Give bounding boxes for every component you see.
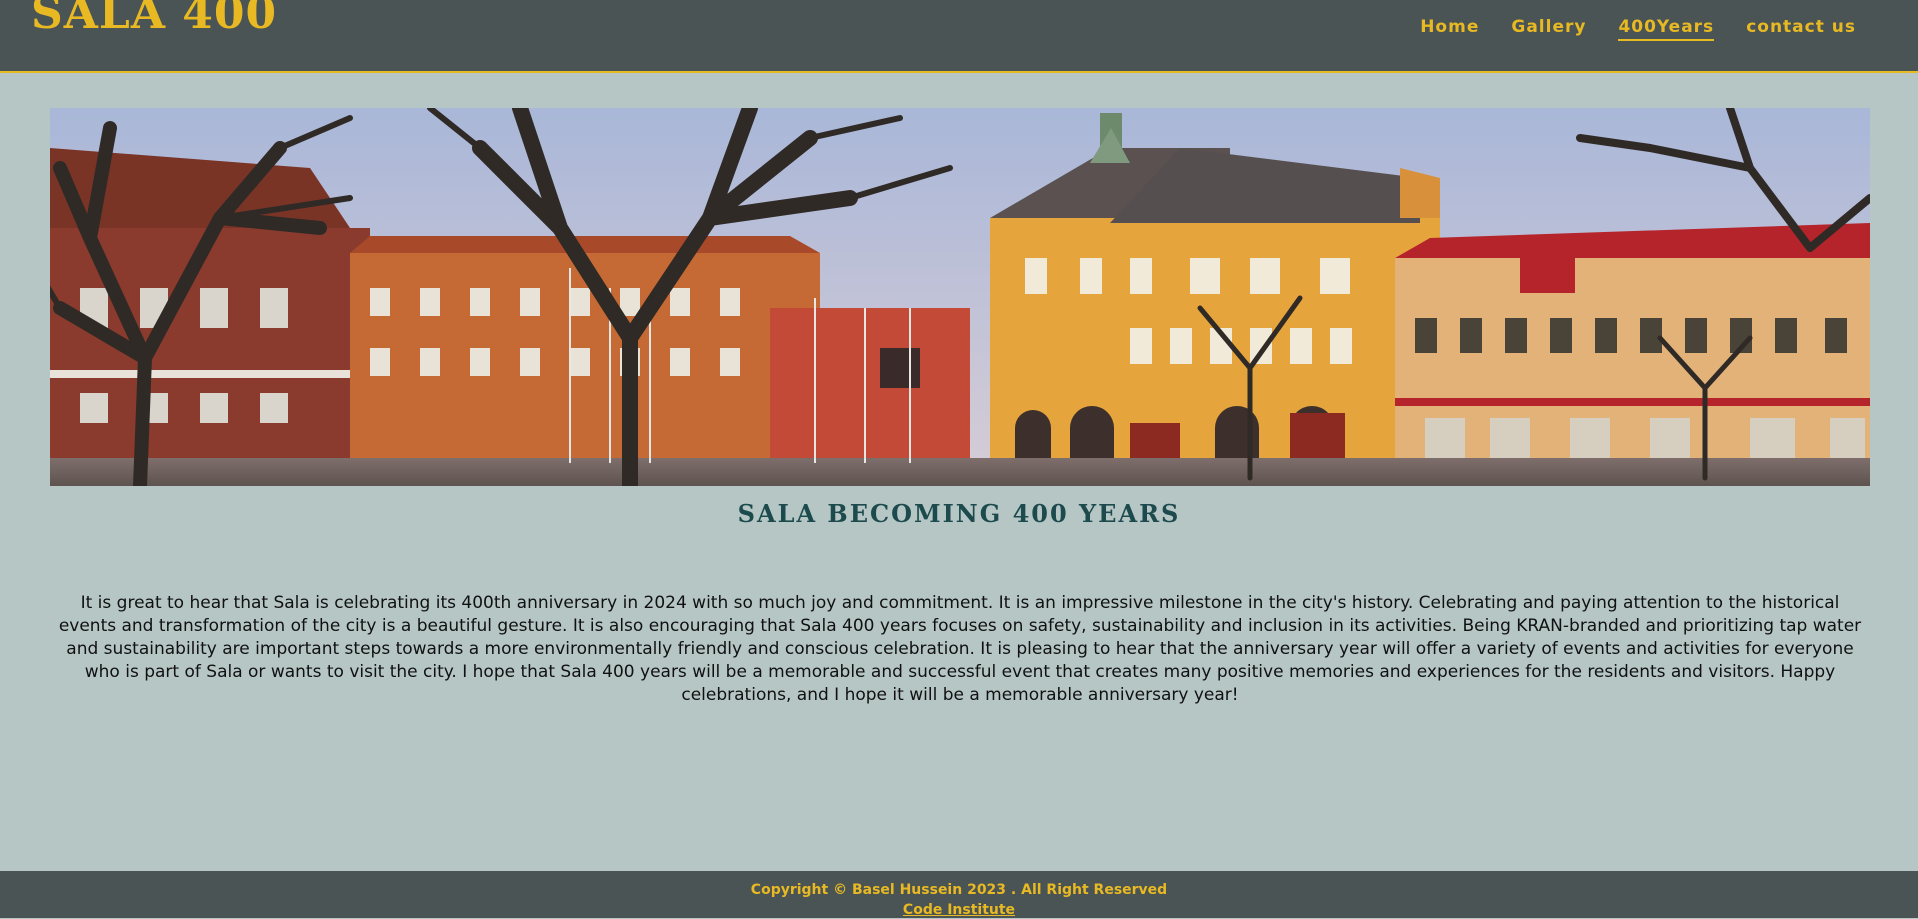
- nav-link-home[interactable]: Home: [1420, 17, 1479, 39]
- logo-link[interactable]: SALA 400: [31, 0, 277, 39]
- nav-item-400years: 400Years: [1618, 17, 1715, 41]
- nav-link-400years[interactable]: 400Years: [1618, 17, 1715, 41]
- nav-item-gallery: Gallery: [1511, 17, 1586, 37]
- copyright-text: Copyright © Basel Hussein 2023 . All Rig…: [750, 882, 1168, 898]
- site-header: SALA 400 Home Gallery 400Years contact u…: [0, 0, 1918, 73]
- intro-paragraph: It is great to hear that Sala is celebra…: [58, 593, 1862, 705]
- site-logo: SALA 400: [31, 0, 277, 41]
- nav-link-contact[interactable]: contact us: [1746, 17, 1856, 39]
- nav-item-contact: contact us: [1746, 17, 1856, 37]
- code-institute-link[interactable]: Code Institute: [903, 901, 1015, 919]
- hero-image: [50, 108, 1870, 486]
- nav-link-gallery[interactable]: Gallery: [1511, 17, 1586, 39]
- town-square-photo: [50, 108, 1870, 486]
- main-nav: Home Gallery 400Years contact us: [1420, 17, 1856, 41]
- page-title: SALA BECOMING 400 YEARS: [737, 499, 1181, 528]
- nav-item-home: Home: [1420, 17, 1479, 37]
- site-footer: Copyright © Basel Hussein 2023 . All Rig…: [0, 871, 1918, 918]
